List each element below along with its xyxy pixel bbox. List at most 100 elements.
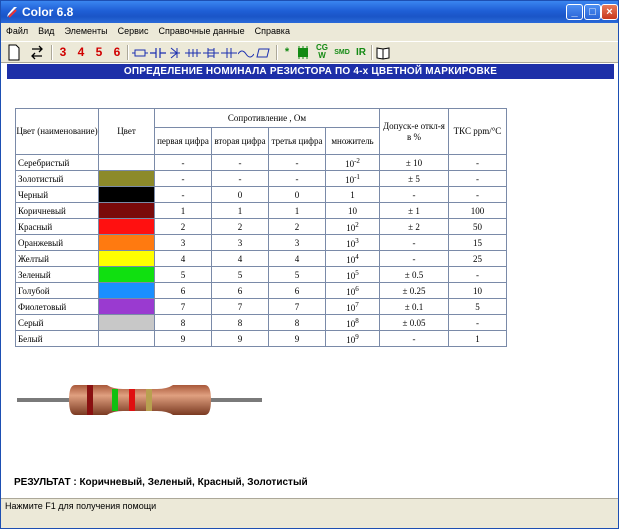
- multiplier-base: 1: [350, 189, 355, 200]
- color-name-cell: Голубой: [15, 282, 99, 299]
- multiplier-base: 10: [346, 286, 356, 297]
- digit-cell: 0: [211, 186, 269, 203]
- capacitor-icon[interactable]: [150, 44, 166, 61]
- swap-icon[interactable]: [29, 44, 45, 61]
- cgw-button[interactable]: CG W: [314, 44, 330, 61]
- transistor-icon[interactable]: [203, 44, 219, 61]
- table-row: Зеленый 5 5 5 105 ± 0.5-: [15, 266, 507, 283]
- multiplier-exponent: 9: [355, 332, 359, 341]
- color-swatch: [98, 266, 155, 283]
- tolerance-cell: -: [379, 234, 449, 251]
- digit-cell: 7: [211, 298, 269, 315]
- color-name-cell: Зеленый: [15, 266, 99, 283]
- multiplier-exponent: 3: [355, 236, 359, 245]
- tcr-cell: -: [448, 314, 507, 331]
- multiplier-cell: 10-1: [325, 170, 380, 187]
- multiplier-base: 10: [346, 318, 356, 329]
- multiplier-cell: 104: [325, 250, 380, 267]
- digit-cell: 5: [211, 266, 269, 283]
- multiplier-exponent: 5: [355, 268, 359, 277]
- color-swatch: [98, 170, 155, 187]
- window-title: Color 6.8: [22, 5, 74, 19]
- multiplier-exponent: 8: [355, 316, 359, 325]
- color-swatch: [98, 330, 155, 347]
- multiplier-cell: 10-2: [325, 154, 380, 171]
- digit-cell: 4: [211, 250, 269, 267]
- star-icon[interactable]: *: [282, 44, 292, 61]
- minimize-button[interactable]: _: [566, 4, 583, 20]
- menu-view[interactable]: Вид: [33, 23, 59, 36]
- digit-cell: 2: [268, 218, 326, 235]
- tolerance-cell: ± 1: [379, 202, 449, 219]
- digit-cell: 6: [154, 282, 212, 299]
- tcr-cell: -: [448, 186, 507, 203]
- inductor-icon[interactable]: [185, 44, 201, 61]
- menu-reference[interactable]: Справочные данные: [153, 23, 249, 36]
- coil-icon[interactable]: [238, 44, 254, 61]
- zener-icon[interactable]: [221, 44, 237, 61]
- menu-help[interactable]: Справка: [250, 23, 295, 36]
- bands-3-button[interactable]: 3: [57, 44, 69, 61]
- color-name-cell: Коричневый: [15, 202, 99, 219]
- color-code-table: Цвет (наименование) Цвет Сопротивление ,…: [15, 108, 507, 347]
- color-swatch: [98, 186, 155, 203]
- color-swatch-fill: [99, 171, 154, 186]
- ir-button[interactable]: IR: [354, 44, 368, 61]
- color-swatch-fill: [99, 203, 154, 218]
- smd-button[interactable]: SMD: [333, 44, 351, 61]
- bands-4-button[interactable]: 4: [75, 44, 87, 61]
- table-row: Оранжевый 3 3 3 103-15: [15, 234, 507, 251]
- tcr-cell: 5: [448, 298, 507, 315]
- multiplier-base: 10: [346, 222, 356, 233]
- tolerance-cell: -: [379, 186, 449, 203]
- new-document-icon[interactable]: [7, 44, 21, 61]
- col-header-multiplier: множитель: [325, 127, 380, 155]
- tcr-cell: 100: [448, 202, 507, 219]
- color-swatch-fill: [99, 299, 154, 314]
- resistor-icon[interactable]: [132, 44, 148, 61]
- color-swatch-fill: [99, 219, 154, 234]
- tcr-cell: -: [448, 170, 507, 187]
- tolerance-cell: ± 0.05: [379, 314, 449, 331]
- chip-icon[interactable]: [256, 44, 272, 61]
- color-swatch-fill: [99, 155, 154, 170]
- digit-cell: -: [211, 154, 269, 171]
- color-swatch-fill: [99, 331, 154, 346]
- menu-file[interactable]: Файл: [1, 23, 33, 36]
- digit-cell: 3: [211, 234, 269, 251]
- bands-6-button[interactable]: 6: [111, 44, 123, 61]
- title-bar[interactable]: Color 6.8 _ □ ×: [1, 1, 618, 23]
- table-row: Золотистый - - -10-1 ± 5-: [15, 170, 507, 187]
- tolerance-cell: ± 5: [379, 170, 449, 187]
- tcr-cell: 25: [448, 250, 507, 267]
- resistor-illustration: [17, 385, 262, 415]
- color-swatch-fill: [99, 283, 154, 298]
- book-icon[interactable]: [376, 44, 390, 61]
- menu-service[interactable]: Сервис: [113, 23, 154, 36]
- digit-cell: 1: [154, 202, 212, 219]
- multiplier-base: 10: [345, 158, 355, 169]
- multiplier-exponent: 2: [355, 220, 359, 229]
- bands-5-button[interactable]: 5: [93, 44, 105, 61]
- color-swatch-fill: [99, 251, 154, 266]
- color-swatch: [98, 282, 155, 299]
- close-button[interactable]: ×: [601, 4, 618, 20]
- smd-chip-icon[interactable]: [296, 44, 310, 61]
- digit-cell: 3: [154, 234, 212, 251]
- tcr-cell: -: [448, 266, 507, 283]
- color-swatch: [98, 218, 155, 235]
- table-row: Красный 2 2 2 102 ± 2 50: [15, 218, 507, 235]
- color-name-cell: Золотистый: [15, 170, 99, 187]
- digit-cell: -: [268, 170, 326, 187]
- digit-cell: 8: [211, 314, 269, 331]
- multiplier-cell: 103: [325, 234, 380, 251]
- multiplier-cell: 10: [325, 202, 380, 219]
- digit-cell: 1: [268, 202, 326, 219]
- multiplier-base: 10: [346, 254, 356, 265]
- menu-elements[interactable]: Элементы: [59, 23, 112, 36]
- color-swatch-fill: [99, 267, 154, 282]
- maximize-button[interactable]: □: [584, 4, 601, 20]
- diode-icon[interactable]: [168, 44, 182, 61]
- main-content: Цвет (наименование) Цвет Сопротивление ,…: [3, 79, 616, 498]
- color-name-cell: Белый: [15, 330, 99, 347]
